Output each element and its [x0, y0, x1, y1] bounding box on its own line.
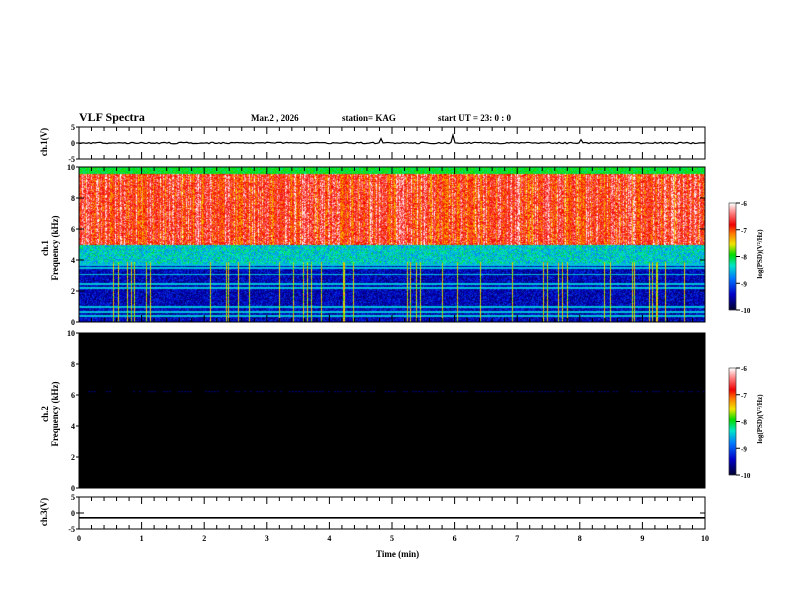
ch1-spectrogram-ylabel: ch.1 Frequency (kHz): [40, 193, 60, 303]
x-tick-label: 4: [327, 534, 331, 543]
y-tick-label: 8: [71, 194, 75, 203]
x-tick-label: 2: [202, 534, 206, 543]
colorbar-tick-label: -6: [741, 365, 747, 373]
x-tick-label: 0: [77, 534, 81, 543]
panel-frame: [78, 496, 706, 530]
y-tick-label: 0: [71, 139, 75, 148]
ch1-waveform-line: [78, 132, 706, 145]
frequency-label: Frequency (kHz): [50, 381, 60, 447]
colorbar-tick-label: -7: [741, 227, 747, 235]
colorbar-tick-label: -8: [741, 419, 747, 427]
y-tick-label: 4: [71, 422, 75, 431]
colorbar: [728, 202, 737, 311]
y-tick-label: 2: [71, 287, 75, 296]
y-tick-label: -5: [68, 155, 75, 164]
ch1-waveform-ylabel: ch.1(V): [39, 127, 49, 157]
y-tick-label: 5: [71, 493, 75, 502]
y-tick-label: 5: [71, 123, 75, 132]
y-tick-label: 0: [71, 484, 75, 493]
colorbar: [728, 367, 737, 476]
station-label: station= KAG: [342, 113, 396, 123]
start-time-label: start UT = 23: 0 : 0: [438, 113, 511, 123]
ch2-spectrogram-ylabel: ch.2 Frequency (kHz): [40, 359, 60, 469]
ch3-waveform-ylabel: ch.3(V): [39, 497, 49, 527]
colorbar-tick-label: -9: [741, 445, 747, 453]
colorbar2-label: log(PSD)(V²/Hz): [756, 394, 764, 444]
date-label: Mar.2 , 2026: [251, 113, 299, 123]
x-tick-label: 9: [640, 534, 644, 543]
y-tick-label: 0: [71, 509, 75, 518]
y-tick-label: -5: [68, 525, 75, 534]
ch2-label: ch.2: [40, 406, 50, 422]
colorbar-tick-label: -10: [741, 307, 751, 315]
panel-frame: [78, 126, 706, 160]
colorbar-tick-label: -10: [741, 472, 751, 480]
x-tick-label: 10: [701, 534, 709, 543]
x-tick-label: 8: [578, 534, 582, 543]
spectrogram-canvas: [0, 0, 792, 612]
x-tick-label: 7: [515, 534, 519, 543]
colorbar1-label: log(PSD)(V²/Hz): [756, 229, 764, 279]
colorbar-tick-label: -8: [741, 254, 747, 262]
colorbar-tick-label: -7: [741, 392, 747, 400]
ch1-label: ch.1: [40, 240, 50, 256]
y-tick-label: 4: [71, 256, 75, 265]
y-tick-label: 2: [71, 453, 75, 462]
y-tick-label: 6: [71, 225, 75, 234]
panel-frame: [78, 166, 706, 323]
frequency-label: Frequency (kHz): [50, 215, 60, 281]
axes: 50-50246810024681050-5-6-7-8-9-10-6-7-8-…: [67, 123, 751, 543]
x-axis-label: Time (min): [376, 549, 420, 559]
y-tick-label: 8: [71, 360, 75, 369]
x-tick-label: 1: [140, 534, 144, 543]
y-tick-label: 6: [71, 391, 75, 400]
x-tick-label: 5: [390, 534, 394, 543]
colorbar-tick-label: -6: [741, 200, 747, 208]
panel-frame: [78, 332, 706, 489]
x-tick-label: 6: [453, 534, 457, 543]
y-tick-label: 10: [67, 329, 75, 338]
x-tick-label: 3: [265, 534, 269, 543]
colorbar-tick-label: -9: [741, 280, 747, 288]
y-tick-label: 10: [67, 163, 75, 172]
plot-title: VLF Spectra: [79, 110, 145, 124]
y-tick-label: 0: [71, 318, 75, 327]
